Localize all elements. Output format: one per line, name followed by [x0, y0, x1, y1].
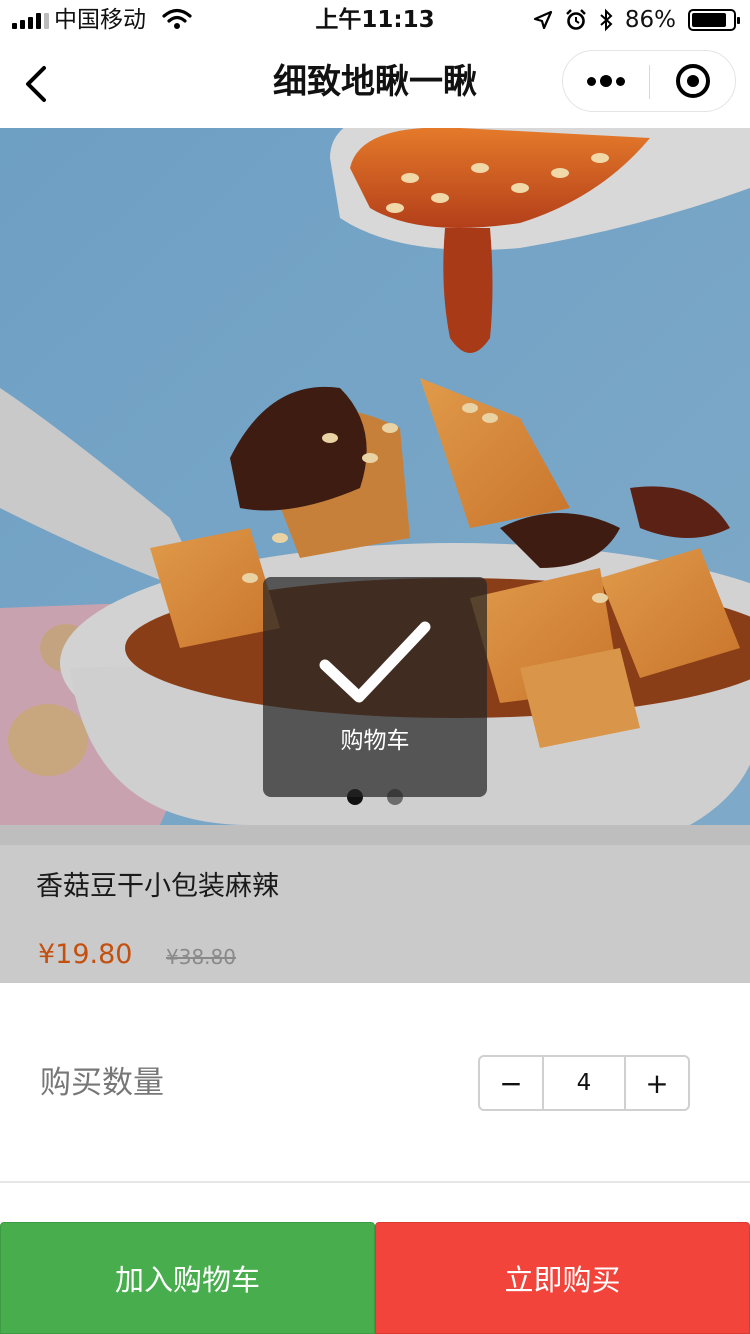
status-bar: 中国移动 上午11:13 86%: [0, 0, 750, 40]
bottom-action-bar: 加入购物车 立即购买: [0, 1222, 750, 1334]
more-dot-icon: [616, 76, 625, 86]
more-dot-icon: [600, 75, 612, 87]
mini-program-capsule: [562, 50, 736, 112]
more-button[interactable]: [563, 51, 649, 111]
bluetooth-icon: [600, 8, 613, 32]
close-program-button[interactable]: [650, 51, 736, 111]
navigation-bar: 细致地瞅一瞅: [0, 40, 750, 128]
product-price: ¥19.80: [38, 939, 133, 970]
close-ring-icon: [676, 64, 710, 98]
quantity-value[interactable]: 4: [542, 1057, 626, 1109]
increase-button[interactable]: +: [626, 1057, 688, 1109]
add-to-cart-button[interactable]: 加入购物车: [0, 1222, 375, 1334]
divider-strip: [0, 825, 750, 845]
battery-percent: 86%: [624, 7, 676, 33]
location-icon: [533, 10, 552, 30]
battery-icon: [688, 9, 740, 31]
decrease-button[interactable]: −: [480, 1057, 542, 1109]
status-right-group: 86%: [533, 5, 740, 35]
quantity-row: 购买数量 − 4 +: [0, 983, 750, 1183]
buy-now-button[interactable]: 立即购买: [375, 1222, 750, 1334]
original-price: ¥38.80: [166, 945, 236, 969]
checkmark-icon: [319, 621, 431, 703]
toast: 购物车: [263, 577, 487, 797]
more-dot-icon: [587, 76, 596, 86]
quantity-label: 购买数量: [40, 1065, 164, 1101]
toast-message: 购物车: [340, 728, 410, 754]
quantity-stepper: − 4 +: [478, 1055, 690, 1111]
product-name: 香菇豆干小包装麻辣: [36, 871, 279, 902]
product-info: 香菇豆干小包装麻辣 ¥19.80 ¥38.80: [0, 825, 750, 983]
alarm-icon: [566, 9, 586, 30]
